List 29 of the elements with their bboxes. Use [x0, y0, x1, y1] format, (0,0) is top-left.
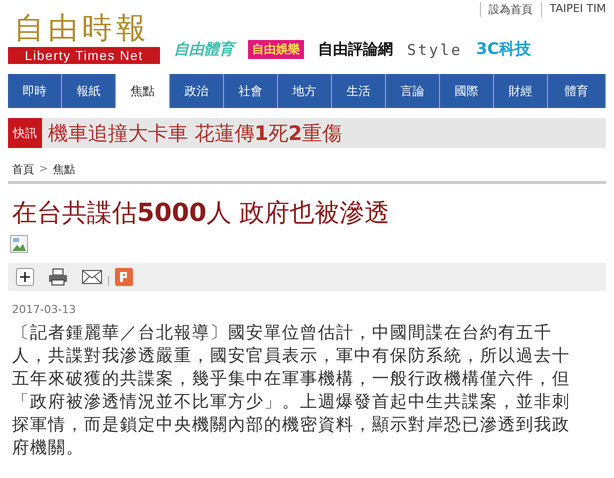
breaking-label: 快訊 [8, 118, 42, 148]
header-link[interactable]: 設為首頁 [480, 2, 533, 17]
breadcrumb-link[interactable]: 焦點 [53, 162, 76, 177]
nav-tab[interactable]: 言論 [386, 74, 440, 108]
partner-logo-link[interactable]: 自由評論網 [318, 40, 393, 59]
nav-tab[interactable]: 地方 [278, 74, 332, 108]
partner-logo-link[interactable]: 自由娛樂 [248, 40, 304, 59]
logo-subtitle[interactable]: Liberty Times Net [8, 47, 160, 64]
article-date: 2017-03-13 [12, 303, 77, 316]
nav-tab[interactable]: 社會 [224, 74, 278, 108]
nav-tab[interactable]: 焦點 [116, 74, 170, 108]
nav-tab[interactable]: 體育 [548, 74, 606, 108]
nav-tab[interactable]: 國際 [440, 74, 494, 108]
plus-icon[interactable] [16, 268, 34, 286]
header-link[interactable]: TAIPEI TIM [540, 2, 606, 17]
nav-tab[interactable]: 政治 [170, 74, 224, 108]
mail-icon[interactable] [82, 270, 102, 284]
nav-tab[interactable]: 即時 [8, 74, 62, 108]
nav-tab[interactable]: 生活 [332, 74, 386, 108]
partner-logo-link[interactable]: Style [407, 40, 462, 58]
plurk-share-icon[interactable] [115, 268, 133, 286]
breaking-headline[interactable]: 機車追撞大卡車 花蓮傳1死2重傷 [42, 118, 342, 148]
article-title: 在台共諜估5000人 政府也被滲透 [12, 197, 391, 229]
print-icon[interactable] [48, 268, 68, 286]
article-body: 〔記者鍾麗華／台北報導〕國安單位曾估計，中國間諜在台約有五千人，共諜對我滲透嚴重，國安官員表示，軍中有保防系統，所以過去十五年來破獲的共諜案，幾乎集中在軍事機構，一般行政機構僅六件，但「政府被滲透情況並不比軍方少」。上週爆發首起中生共諜案，並非刺探軍情，而是鎖定中央機關內部的機密資料，顯示對岸恐已滲透到我政府機關。 [12, 322, 571, 460]
broken-image-icon [10, 235, 28, 253]
nav-tab[interactable]: 財經 [494, 74, 548, 108]
breadcrumb-link[interactable]: 首頁 [12, 162, 34, 177]
breadcrumb-separator: > [39, 162, 48, 177]
